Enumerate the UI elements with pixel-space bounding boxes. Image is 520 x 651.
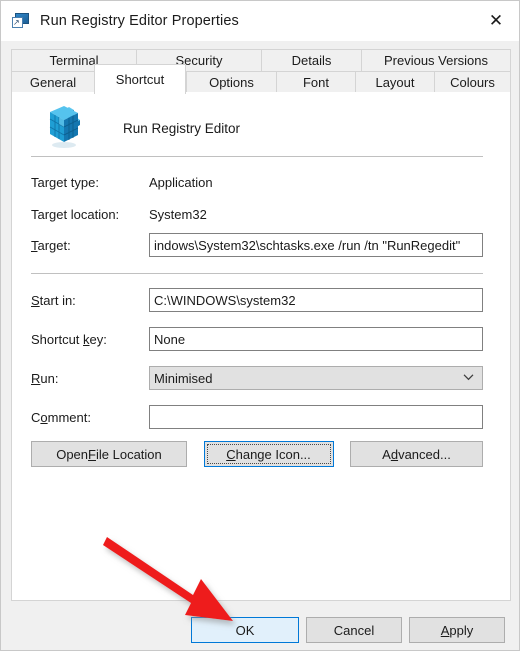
- chevron-down-icon: [463, 371, 474, 384]
- shortcut-tab-panel: Run Registry Editor Target type: Applica…: [11, 92, 511, 601]
- shortcut-action-buttons: Open File Location Change Icon... Ad vanc…: [31, 441, 483, 467]
- tab-layout[interactable]: Layout: [355, 71, 434, 94]
- target-location-row: Target location: System32: [31, 202, 483, 226]
- advanced-button[interactable]: Ad vanced...: [350, 441, 483, 467]
- target-input[interactable]: indows\System32\schtasks.exe /run /tn "R…: [149, 233, 483, 257]
- tab-general[interactable]: General: [11, 71, 94, 94]
- target-row: Target: indows\System32\schtasks.exe /ru…: [31, 233, 483, 257]
- open-file-location-button[interactable]: Open File Location: [31, 441, 187, 467]
- window-title: Run Registry Editor Properties: [40, 13, 239, 29]
- apply-button[interactable]: Apply: [409, 617, 505, 643]
- tab-shortcut[interactable]: Shortcut: [94, 64, 186, 94]
- run-dropdown[interactable]: Minimised: [149, 366, 483, 390]
- app-name: Run Registry Editor: [123, 120, 241, 136]
- tab-previous-versions[interactable]: Previous Versions: [361, 49, 511, 72]
- close-icon[interactable]: ✕: [473, 1, 519, 41]
- run-label: Run:: [31, 370, 59, 386]
- registry-editor-icon: [34, 106, 80, 150]
- shortcut-key-row: Shortcut key: None: [31, 327, 483, 351]
- start-in-row: Start in: C:\WINDOWS\system32: [31, 288, 483, 312]
- shortcut-icon: ↗: [12, 12, 30, 30]
- target-location-value: System32: [149, 206, 207, 222]
- separator-top: [31, 156, 483, 157]
- tab-font[interactable]: Font: [276, 71, 355, 94]
- tab-row-top: Terminal Security Details Previous Versi…: [11, 49, 511, 72]
- tab-row-bottom: General Shortcut Options Font Layout Col…: [11, 64, 511, 94]
- target-type-row: Target type: Application: [31, 170, 483, 194]
- change-icon-button[interactable]: Change Icon...: [203, 441, 334, 467]
- tab-colours[interactable]: Colours: [434, 71, 511, 94]
- tab-options[interactable]: Options: [186, 71, 276, 94]
- properties-dialog: ↗ Run Registry Editor Properties ✕ Termi…: [0, 0, 520, 651]
- start-in-label: Start in:: [31, 292, 76, 308]
- comment-row: Comment:: [31, 405, 483, 429]
- app-header: Run Registry Editor: [26, 102, 486, 154]
- ok-button[interactable]: OK: [191, 617, 299, 643]
- tab-strip: Terminal Security Details Previous Versi…: [11, 49, 511, 94]
- target-type-label: Target type:: [31, 174, 99, 190]
- separator-middle: [31, 273, 483, 274]
- cancel-button[interactable]: Cancel: [306, 617, 402, 643]
- dialog-footer: OK Cancel Apply: [1, 602, 519, 650]
- run-dropdown-value: Minimised: [154, 370, 213, 386]
- comment-label: Comment:: [31, 409, 91, 425]
- shortcut-key-input[interactable]: None: [149, 327, 483, 351]
- title-bar: ↗ Run Registry Editor Properties ✕: [1, 1, 519, 41]
- tab-details[interactable]: Details: [261, 49, 361, 72]
- run-row: Run: Minimised: [31, 366, 483, 390]
- target-type-value: Application: [149, 174, 213, 190]
- target-location-label: Target location:: [31, 206, 120, 222]
- shortcut-key-label: Shortcut key:: [31, 331, 107, 347]
- comment-input[interactable]: [149, 405, 483, 429]
- start-in-input[interactable]: C:\WINDOWS\system32: [149, 288, 483, 312]
- target-label: Target:: [31, 237, 71, 253]
